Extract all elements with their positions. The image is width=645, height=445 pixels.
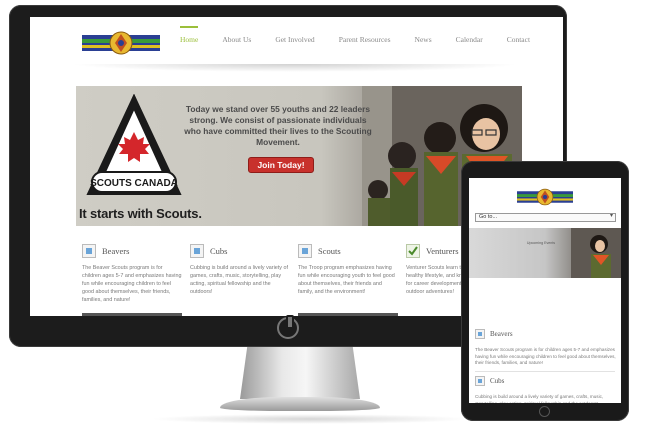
program-description: The Beaver Scouts program is for childre… bbox=[82, 265, 182, 303]
hero-banner: SCOUTS CANADA Today we stand over 55 you… bbox=[76, 86, 522, 226]
monitor-stand bbox=[240, 347, 360, 399]
cubs-icon bbox=[190, 244, 204, 258]
program-cubs: Cubs Cubbing is build around a lively va… bbox=[190, 243, 290, 296]
nav-get-involved[interactable]: Get Involved bbox=[275, 35, 314, 44]
program-title[interactable]: Cubs bbox=[490, 377, 504, 385]
divider bbox=[475, 371, 615, 372]
beavers-icon bbox=[82, 244, 96, 258]
program-beavers: Beavers The Beaver Scouts program is for… bbox=[82, 243, 182, 304]
nav-about-us[interactable]: About Us bbox=[222, 35, 251, 44]
header-shadow bbox=[70, 64, 520, 72]
floor-shadow bbox=[150, 414, 470, 424]
scouts-canada-badge: SCOUTS CANADA bbox=[86, 94, 182, 195]
site-header: Home About Us Get Involved Parent Resour… bbox=[30, 17, 563, 65]
tablet-program-cubs: Cubs Cubbing is build around a lively va… bbox=[475, 373, 617, 403]
check-icon bbox=[406, 244, 420, 258]
program-title[interactable]: Cubs bbox=[210, 246, 227, 256]
monitor-base bbox=[220, 397, 380, 411]
nav-home[interactable]: Home bbox=[180, 26, 199, 44]
nav-parent-resources[interactable]: Parent Resources bbox=[339, 35, 391, 44]
beavers-icon bbox=[475, 329, 485, 339]
hero-tagline: It starts with Scouts. bbox=[79, 206, 202, 221]
banner-text: Upcoming Events bbox=[526, 241, 556, 245]
image-strip bbox=[82, 313, 182, 316]
tablet-device: Go to... Upcoming Events Beavers The Bea… bbox=[461, 161, 629, 421]
nav-calendar[interactable]: Calendar bbox=[456, 35, 483, 44]
program-scouts: Scouts The Troop program emphasizes havi… bbox=[298, 243, 398, 296]
cubs-icon bbox=[475, 376, 485, 386]
program-title[interactable]: Venturers bbox=[426, 246, 459, 256]
main-nav: Home About Us Get Involved Parent Resour… bbox=[180, 26, 554, 44]
program-description: Cubbing is build around a lively variety… bbox=[475, 394, 604, 403]
program-title[interactable]: Beavers bbox=[490, 330, 513, 338]
nav-news[interactable]: News bbox=[415, 35, 432, 44]
home-button[interactable] bbox=[539, 406, 550, 417]
program-description: The Beaver Scouts program is for childre… bbox=[475, 347, 616, 365]
program-title[interactable]: Scouts bbox=[318, 246, 341, 256]
power-icon bbox=[277, 315, 299, 339]
scouts-icon bbox=[298, 244, 312, 258]
image-strip bbox=[298, 313, 398, 316]
program-description: Cubbing is build around a lively variety… bbox=[190, 265, 288, 295]
program-title[interactable]: Beavers bbox=[102, 246, 129, 256]
nav-contact[interactable]: Contact bbox=[507, 35, 530, 44]
scouts-photo bbox=[571, 228, 621, 278]
troop-logo[interactable] bbox=[517, 186, 573, 208]
join-today-button[interactable]: Join Today! bbox=[248, 157, 314, 173]
navigation-select[interactable]: Go to... bbox=[475, 213, 616, 222]
badge-text: SCOUTS CANADA bbox=[90, 178, 178, 189]
program-description: The Troop program emphasizes having fun … bbox=[298, 265, 395, 295]
hero-message: Today we stand over 55 youths and 22 lea… bbox=[184, 104, 372, 147]
tablet-screen: Go to... Upcoming Events Beavers The Bea… bbox=[469, 178, 621, 403]
troop-logo[interactable] bbox=[82, 29, 160, 57]
tablet-banner: Upcoming Events bbox=[469, 228, 621, 278]
tablet-program-beavers: Beavers The Beaver Scouts program is for… bbox=[475, 326, 617, 367]
